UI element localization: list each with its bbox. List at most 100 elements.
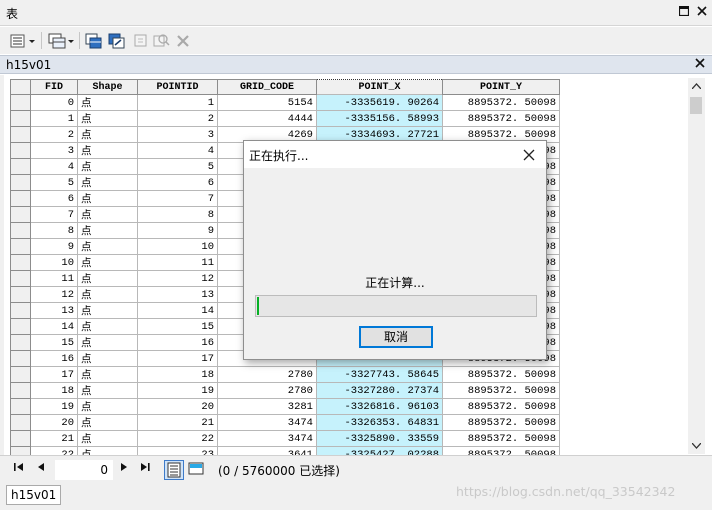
- table-cell-point-x[interactable]: -3326816. 96103: [316, 398, 443, 415]
- table-options-button[interactable]: [9, 31, 37, 50]
- table-cell-fid[interactable]: 13: [30, 302, 78, 319]
- show-all-records-button[interactable]: [164, 460, 184, 480]
- first-record-icon[interactable]: [14, 462, 24, 475]
- table-cell-fid[interactable]: 20: [30, 414, 78, 431]
- row-selector[interactable]: [10, 206, 31, 223]
- table-cell-shape[interactable]: 点: [77, 190, 138, 207]
- row-selector[interactable]: [10, 174, 31, 191]
- table-cell-shape[interactable]: 点: [77, 382, 138, 399]
- table-cell-fid[interactable]: 12: [30, 286, 78, 303]
- column-header-point-y[interactable]: POINT_Y: [442, 79, 560, 95]
- last-record-icon[interactable]: [140, 462, 150, 475]
- table-cell-fid[interactable]: 2: [30, 126, 78, 143]
- table-cell-shape[interactable]: 点: [77, 126, 138, 143]
- column-header-fid[interactable]: FID: [30, 79, 78, 95]
- table-cell-shape[interactable]: 点: [77, 158, 138, 175]
- table-cell-grid-code[interactable]: 3474: [217, 430, 317, 447]
- table-cell-point-x[interactable]: -3335156. 58993: [316, 110, 443, 127]
- table-row[interactable]: 20 点 21 3474 -3326353. 64831 8895372. 50098: [10, 414, 560, 431]
- close-table-icon[interactable]: [695, 57, 705, 72]
- table-cell-shape[interactable]: 点: [77, 174, 138, 191]
- table-cell-fid[interactable]: 6: [30, 190, 78, 207]
- row-selector[interactable]: [10, 190, 31, 207]
- table-cell-fid[interactable]: 18: [30, 382, 78, 399]
- table-cell-point-y[interactable]: 8895372. 50098: [442, 398, 560, 415]
- table-cell-pointid[interactable]: 13: [137, 286, 218, 303]
- table-cell-pointid[interactable]: 4: [137, 142, 218, 159]
- table-cell-shape[interactable]: 点: [77, 238, 138, 255]
- clear-selection-button[interactable]: [133, 31, 149, 50]
- row-selector[interactable]: [10, 382, 31, 399]
- table-cell-fid[interactable]: 21: [30, 430, 78, 447]
- table-cell-pointid[interactable]: 19: [137, 382, 218, 399]
- table-cell-grid-code[interactable]: 2780: [217, 366, 317, 383]
- table-cell-shape[interactable]: 点: [77, 318, 138, 335]
- table-cell-fid[interactable]: 11: [30, 270, 78, 287]
- table-cell-shape[interactable]: 点: [77, 398, 138, 415]
- scroll-down-icon[interactable]: [691, 442, 702, 452]
- table-cell-shape[interactable]: 点: [77, 366, 138, 383]
- table-cell-fid[interactable]: 17: [30, 366, 78, 383]
- table-cell-pointid[interactable]: 12: [137, 270, 218, 287]
- previous-record-icon[interactable]: [37, 462, 45, 475]
- row-selector[interactable]: [10, 414, 31, 431]
- table-cell-point-y[interactable]: 8895372. 50098: [442, 430, 560, 447]
- table-cell-point-y[interactable]: 8895372. 50098: [442, 414, 560, 431]
- cancel-button[interactable]: 取消: [359, 326, 433, 348]
- dialog-close-icon[interactable]: [523, 144, 535, 165]
- row-selector[interactable]: [10, 286, 31, 303]
- table-cell-fid[interactable]: 7: [30, 206, 78, 223]
- row-selector[interactable]: [10, 366, 31, 383]
- row-selector[interactable]: [10, 222, 31, 239]
- table-cell-fid[interactable]: 14: [30, 318, 78, 335]
- column-header-point-x[interactable]: POINT_X: [316, 79, 443, 95]
- column-header-grid-code[interactable]: GRID_CODE: [217, 79, 317, 95]
- table-cell-point-x[interactable]: -3326353. 64831: [316, 414, 443, 431]
- row-selector[interactable]: [10, 430, 31, 447]
- switch-selection-button[interactable]: [108, 31, 126, 50]
- table-cell-pointid[interactable]: 3: [137, 126, 218, 143]
- table-row[interactable]: 19 点 20 3281 -3326816. 96103 8895372. 50098: [10, 398, 560, 415]
- table-cell-point-x[interactable]: -3325890. 33559: [316, 430, 443, 447]
- row-selector[interactable]: [10, 302, 31, 319]
- table-cell-shape[interactable]: 点: [77, 110, 138, 127]
- table-cell-fid[interactable]: 0: [30, 94, 78, 111]
- row-selector[interactable]: [10, 318, 31, 335]
- table-cell-fid[interactable]: 19: [30, 398, 78, 415]
- table-cell-pointid[interactable]: 17: [137, 350, 218, 367]
- table-cell-shape[interactable]: 点: [77, 350, 138, 367]
- table-cell-shape[interactable]: 点: [77, 302, 138, 319]
- table-cell-grid-code[interactable]: 3474: [217, 414, 317, 431]
- table-cell-point-y[interactable]: 8895372. 50098: [442, 110, 560, 127]
- table-row[interactable]: 0 点 1 5154 -3335619. 90264 8895372. 50098: [10, 94, 560, 111]
- row-selector[interactable]: [10, 238, 31, 255]
- row-selector[interactable]: [10, 158, 31, 175]
- close-icon[interactable]: [696, 6, 708, 18]
- table-cell-pointid[interactable]: 6: [137, 174, 218, 191]
- select-by-attributes-button[interactable]: [85, 31, 103, 50]
- table-cell-pointid[interactable]: 18: [137, 366, 218, 383]
- row-selector[interactable]: [10, 350, 31, 367]
- table-cell-pointid[interactable]: 8: [137, 206, 218, 223]
- row-selector[interactable]: [10, 398, 31, 415]
- table-cell-pointid[interactable]: 9: [137, 222, 218, 239]
- table-cell-shape[interactable]: 点: [77, 142, 138, 159]
- table-cell-point-y[interactable]: 8895372. 50098: [442, 382, 560, 399]
- table-cell-grid-code[interactable]: 4444: [217, 110, 317, 127]
- table-row[interactable]: 1 点 2 4444 -3335156. 58993 8895372. 50098: [10, 110, 560, 127]
- table-cell-pointid[interactable]: 16: [137, 334, 218, 351]
- table-cell-shape[interactable]: 点: [77, 94, 138, 111]
- table-cell-pointid[interactable]: 7: [137, 190, 218, 207]
- table-cell-fid[interactable]: 9: [30, 238, 78, 255]
- select-all-header[interactable]: [10, 79, 31, 95]
- table-cell-pointid[interactable]: 22: [137, 430, 218, 447]
- related-tables-button[interactable]: [47, 31, 75, 50]
- row-selector[interactable]: [10, 110, 31, 127]
- row-selector[interactable]: [10, 94, 31, 111]
- table-cell-fid[interactable]: 1: [30, 110, 78, 127]
- table-cell-pointid[interactable]: 11: [137, 254, 218, 271]
- zoom-to-selected-button[interactable]: [152, 31, 170, 50]
- table-tab-h15v01[interactable]: h15v01: [6, 485, 62, 505]
- table-cell-fid[interactable]: 5: [30, 174, 78, 191]
- table-cell-fid[interactable]: 16: [30, 350, 78, 367]
